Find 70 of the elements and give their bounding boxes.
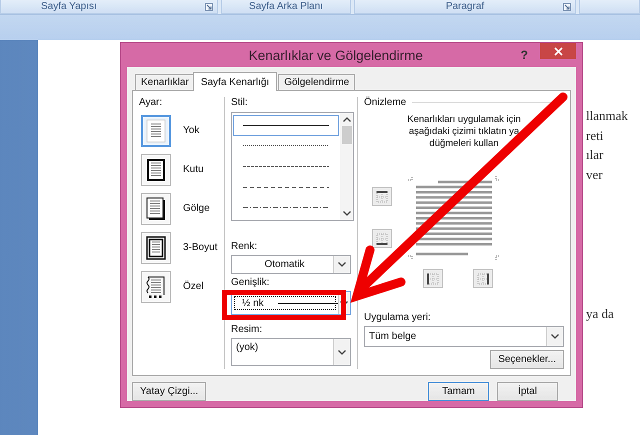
setting-option-label: Yok xyxy=(183,125,200,136)
chevron-down-icon xyxy=(340,300,348,306)
options-button[interactable]: Seçenekler... xyxy=(490,350,564,369)
cancel-button[interactable]: İptal xyxy=(497,382,558,401)
border-side-icon xyxy=(376,232,388,245)
page-border-icon xyxy=(146,236,166,260)
scrollbar[interactable] xyxy=(340,113,353,220)
document-text: reti xyxy=(586,126,604,145)
border-side-button[interactable] xyxy=(473,269,493,288)
line-style-icon xyxy=(243,186,329,189)
art-label: Resim: xyxy=(231,324,264,335)
apply-to-dropdown[interactable]: Tüm belge xyxy=(364,326,564,347)
setting-label: Ayar: xyxy=(139,97,164,108)
ribbon-group xyxy=(579,0,640,14)
style-label: Stil: xyxy=(231,97,249,108)
setting-option-button[interactable] xyxy=(141,270,171,302)
chevron-down-icon[interactable] xyxy=(342,211,350,216)
border-side-button[interactable] xyxy=(372,187,392,206)
page-border-icon xyxy=(146,196,166,220)
border-side-icon xyxy=(477,272,489,285)
setting-option-button[interactable] xyxy=(141,154,171,186)
chevron-down-icon xyxy=(338,350,346,354)
line-style-icon xyxy=(243,206,329,210)
art-dropdown[interactable]: (yok) xyxy=(231,338,351,366)
document-text: ılar xyxy=(586,146,604,164)
close-button[interactable] xyxy=(540,43,576,59)
line-style-icon xyxy=(243,124,329,127)
width-label: Genişlik: xyxy=(231,277,270,288)
border-side-button[interactable] xyxy=(423,269,443,288)
dialog-launcher-icon[interactable] xyxy=(205,3,213,11)
group-label: Sayfa Arka Planı xyxy=(249,1,323,12)
setting-option-button[interactable] xyxy=(141,232,171,264)
dialog-launcher-icon[interactable] xyxy=(563,3,571,11)
line-style-icon xyxy=(243,144,329,148)
page-border-icon xyxy=(146,118,166,142)
document-text: ver xyxy=(586,166,603,184)
chevron-down-icon xyxy=(551,334,559,339)
close-icon xyxy=(554,46,562,56)
document-text: llanmak xyxy=(586,107,628,125)
line-style-icon xyxy=(243,164,329,168)
tab[interactable]: Sayfa Kenarlığı xyxy=(192,72,278,91)
style-list[interactable] xyxy=(231,112,354,221)
chevron-up-icon[interactable] xyxy=(342,117,350,122)
preview-hint: Kenarlıkları uygulamak için aşağıdaki çizimi tıklatın ya düğmeleri kullan xyxy=(406,114,522,150)
setting-option-label: Özel xyxy=(183,281,204,292)
border-side-icon xyxy=(427,272,439,285)
setting-option-label: Gölge xyxy=(183,203,210,214)
setting-option-button[interactable] xyxy=(141,192,171,224)
border-side-icon xyxy=(376,190,388,203)
border-side-button[interactable] xyxy=(372,229,392,248)
tab[interactable]: Gölgelendirme xyxy=(278,74,356,90)
color-label: Renk: xyxy=(231,241,258,252)
scroll-thumb[interactable] xyxy=(342,126,352,144)
group-label: Sayfa Yapısı xyxy=(41,1,97,12)
page-border-icon xyxy=(146,158,166,182)
group-label: Paragraf xyxy=(446,1,484,12)
help-button[interactable]: ? xyxy=(520,48,528,62)
ok-button[interactable]: Tamam xyxy=(428,382,489,401)
horizontal-line-button[interactable]: Yatay Çizgi... xyxy=(132,382,206,401)
document-text: ya da xyxy=(586,305,614,324)
chevron-down-icon xyxy=(338,262,346,267)
apply-to-label: Uygulama yeri: xyxy=(364,312,432,323)
setting-option-label: 3-Boyut xyxy=(183,242,218,253)
setting-option-label: Kutu xyxy=(183,164,204,175)
line-style-option[interactable] xyxy=(233,115,339,136)
tab[interactable]: Kenarlıklar xyxy=(135,74,195,90)
window-title: Kenarlıklar ve Gölgelendirme xyxy=(248,48,424,62)
page-border-icon xyxy=(146,274,166,298)
color-dropdown[interactable]: Otomatik xyxy=(231,255,351,274)
preview-label: Önizleme xyxy=(364,97,406,108)
